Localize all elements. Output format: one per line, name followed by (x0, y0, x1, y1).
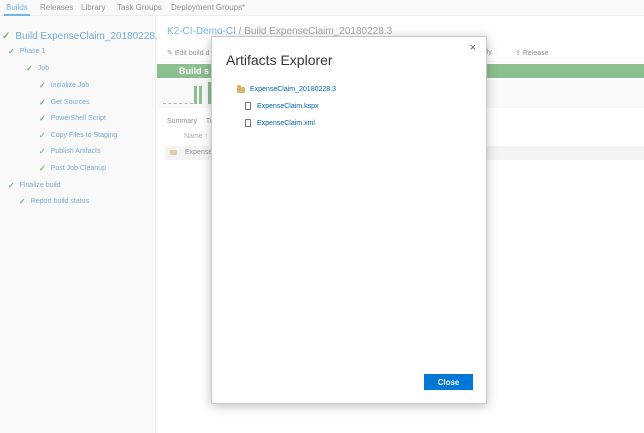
artifact-file[interactable]: ExpenseClaim.kspx (245, 102, 318, 110)
artifacts-explorer-dialog: Artifacts Explorer × ExpenseClaim_201802… (211, 36, 487, 404)
file-icon (245, 119, 251, 127)
artifact-file-label: ExpenseClaim.xml (257, 119, 315, 127)
folder-icon (237, 84, 245, 93)
artifact-folder[interactable]: ExpenseClaim_20180228.3 (237, 84, 337, 93)
artifact-file-label: ExpenseClaim.kspx (257, 102, 319, 110)
artifact-file[interactable]: ExpenseClaim.xml (245, 119, 315, 127)
close-icon[interactable]: × (470, 42, 476, 54)
file-icon (245, 102, 251, 110)
dialog-title: Artifacts Explorer (226, 52, 333, 68)
close-button[interactable]: Close (424, 374, 473, 390)
artifact-folder-label: ExpenseClaim_20180228.3 (250, 86, 337, 93)
